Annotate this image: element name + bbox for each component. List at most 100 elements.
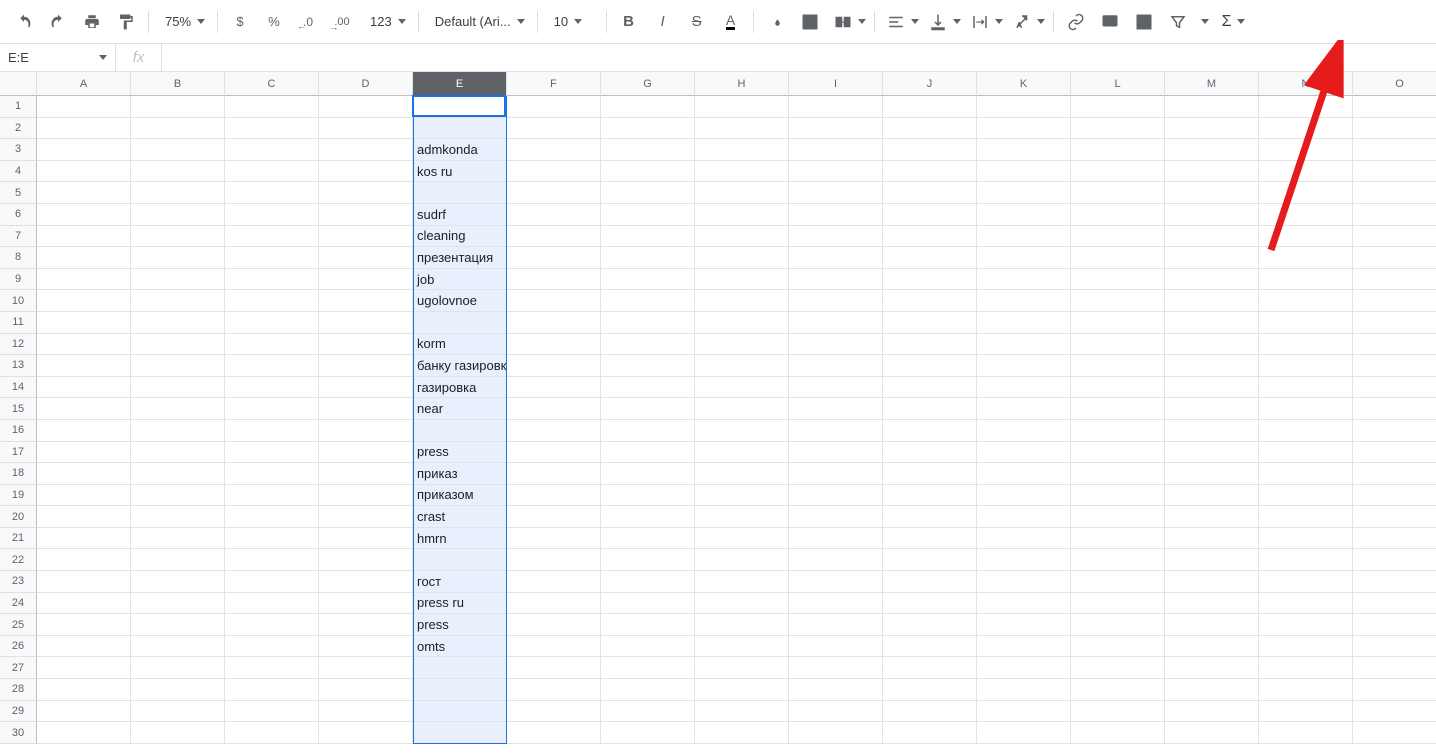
cell[interactable] (413, 96, 507, 118)
cell[interactable] (1071, 398, 1165, 420)
cell[interactable] (977, 657, 1071, 679)
cell[interactable] (1165, 161, 1259, 183)
cell[interactable] (977, 485, 1071, 507)
cell[interactable]: kos ru (413, 161, 507, 183)
cell[interactable] (1353, 593, 1436, 615)
cell[interactable] (883, 442, 977, 464)
name-box[interactable]: E:E (0, 44, 116, 71)
cell[interactable] (1071, 679, 1165, 701)
row-header[interactable]: 29 (0, 701, 37, 723)
cell[interactable] (601, 204, 695, 226)
cell[interactable] (37, 657, 131, 679)
cell[interactable] (319, 355, 413, 377)
cell[interactable] (601, 355, 695, 377)
row-header[interactable]: 6 (0, 204, 37, 226)
cell[interactable] (601, 139, 695, 161)
cell[interactable] (695, 528, 789, 550)
column-header[interactable]: F (507, 72, 601, 96)
cell[interactable] (1353, 614, 1436, 636)
zoom-select[interactable]: 75% (155, 8, 211, 36)
cell[interactable] (319, 204, 413, 226)
cell[interactable] (883, 355, 977, 377)
cell[interactable] (37, 485, 131, 507)
cell[interactable] (789, 722, 883, 744)
cell[interactable] (695, 118, 789, 140)
cell[interactable] (1165, 398, 1259, 420)
cell[interactable] (37, 139, 131, 161)
cell[interactable] (1165, 549, 1259, 571)
cell[interactable] (1165, 506, 1259, 528)
cell[interactable] (883, 593, 977, 615)
row-header[interactable]: 23 (0, 571, 37, 593)
cell[interactable] (1259, 722, 1353, 744)
cell[interactable] (977, 96, 1071, 118)
cell[interactable] (507, 182, 601, 204)
cell[interactable] (1071, 571, 1165, 593)
select-all-corner[interactable] (0, 72, 37, 96)
cell[interactable] (131, 204, 225, 226)
cell[interactable] (1353, 377, 1436, 399)
cell[interactable] (883, 614, 977, 636)
cell[interactable] (1165, 226, 1259, 248)
cell[interactable] (1165, 463, 1259, 485)
cell[interactable] (695, 420, 789, 442)
cell[interactable] (225, 701, 319, 723)
merge-cells-button[interactable] (828, 8, 868, 36)
cell[interactable] (1165, 485, 1259, 507)
row-header[interactable]: 25 (0, 614, 37, 636)
cell[interactable] (319, 571, 413, 593)
cell[interactable] (601, 161, 695, 183)
cell[interactable] (1071, 722, 1165, 744)
cell[interactable]: job (413, 269, 507, 291)
cell[interactable] (1259, 118, 1353, 140)
row-header[interactable]: 18 (0, 463, 37, 485)
cell[interactable] (225, 182, 319, 204)
cell[interactable]: банку газировки (413, 355, 507, 377)
cell[interactable] (507, 528, 601, 550)
cell[interactable] (695, 204, 789, 226)
cell[interactable] (695, 334, 789, 356)
cell[interactable] (1259, 355, 1353, 377)
row-header[interactable]: 13 (0, 355, 37, 377)
cell[interactable] (883, 571, 977, 593)
cell[interactable] (601, 722, 695, 744)
cell[interactable] (695, 593, 789, 615)
cell[interactable] (883, 118, 977, 140)
cell[interactable] (977, 204, 1071, 226)
cell[interactable] (1165, 701, 1259, 723)
cell[interactable] (789, 528, 883, 550)
cell[interactable]: презентация (413, 247, 507, 269)
row-header[interactable]: 30 (0, 722, 37, 744)
cell[interactable] (1353, 182, 1436, 204)
cell[interactable] (883, 636, 977, 658)
cell[interactable] (507, 290, 601, 312)
cell[interactable] (977, 722, 1071, 744)
cell[interactable] (601, 96, 695, 118)
cell[interactable] (789, 701, 883, 723)
cell[interactable] (319, 593, 413, 615)
cell[interactable] (1259, 334, 1353, 356)
cell[interactable] (507, 226, 601, 248)
cell[interactable] (1259, 96, 1353, 118)
cell[interactable] (1259, 420, 1353, 442)
cell[interactable] (225, 290, 319, 312)
row-header[interactable]: 10 (0, 290, 37, 312)
cell[interactable] (1353, 657, 1436, 679)
cell[interactable] (695, 701, 789, 723)
cell[interactable] (977, 355, 1071, 377)
cell[interactable] (695, 657, 789, 679)
cell[interactable] (1353, 679, 1436, 701)
cell[interactable] (225, 355, 319, 377)
cell[interactable] (131, 96, 225, 118)
cell[interactable] (225, 485, 319, 507)
text-rotation-button[interactable]: A (1007, 8, 1047, 36)
column-header[interactable]: G (601, 72, 695, 96)
cell[interactable] (1165, 657, 1259, 679)
cell[interactable] (131, 657, 225, 679)
row-header[interactable]: 9 (0, 269, 37, 291)
cell[interactable] (1353, 463, 1436, 485)
cell[interactable] (131, 161, 225, 183)
cell[interactable]: press ru (413, 593, 507, 615)
cell[interactable] (225, 506, 319, 528)
cell[interactable] (507, 657, 601, 679)
